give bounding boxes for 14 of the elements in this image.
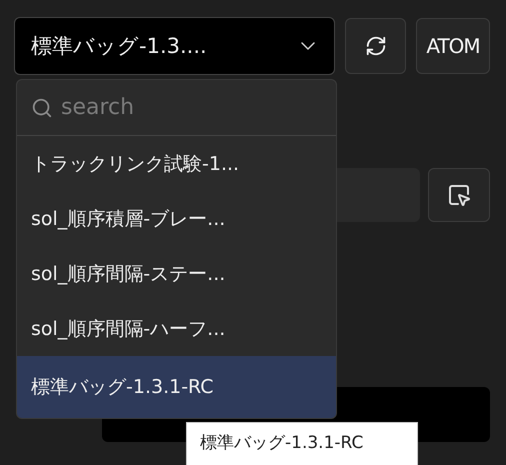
search-icon: [31, 96, 53, 118]
preset-select[interactable]: 標準バッグ-1.3....: [14, 17, 335, 75]
pointer-icon: [447, 183, 471, 207]
pick-button[interactable]: [428, 168, 490, 222]
dropdown-option[interactable]: sol_順序間隔-ステー...: [17, 246, 336, 301]
tooltip: 標準バッグ-1.3.1-RC: [186, 422, 418, 465]
dropdown-option[interactable]: sol_順序間隔-ハーフ...: [17, 301, 336, 356]
dropdown-option[interactable]: sol_順序積層-ブレー...: [17, 191, 336, 246]
refresh-button[interactable]: [345, 18, 406, 74]
atom-button[interactable]: ATOM: [416, 18, 490, 74]
search-field[interactable]: search: [59, 94, 303, 121]
dropdown-option[interactable]: トラックリンク試験-1...: [17, 136, 336, 191]
refresh-icon: [364, 35, 386, 57]
dropdown-option[interactable]: 標準バッグ-1.3.1-RC: [17, 356, 336, 418]
